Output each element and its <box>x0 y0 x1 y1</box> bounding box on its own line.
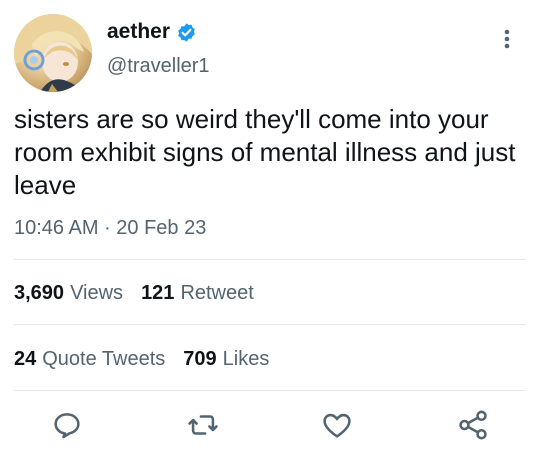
likes-stat[interactable]: 709 Likes <box>183 348 269 371</box>
views-count: 3,690 <box>14 282 65 304</box>
likes-label: Likes <box>222 348 270 370</box>
timestamp[interactable]: 10:46 AM · 20 Feb 23 <box>14 217 206 240</box>
action-bar <box>0 408 540 448</box>
divider <box>14 259 526 260</box>
share-icon <box>459 410 487 440</box>
quotes-count: 24 <box>14 348 37 370</box>
retweets-count: 121 <box>141 282 175 304</box>
divider <box>14 390 526 391</box>
views-label: Views <box>70 282 124 304</box>
share-button[interactable] <box>456 408 490 442</box>
display-name[interactable]: aether <box>107 20 170 44</box>
likes-count: 709 <box>183 348 217 370</box>
reply-button[interactable] <box>50 408 84 442</box>
stats-row-views-retweets: 3,690 Views 121 Retweet <box>14 282 272 305</box>
avatar-image <box>14 14 92 92</box>
tweet-text: sisters are so weird they'll come into y… <box>14 104 516 200</box>
stats-row-quotes-likes: 24 Quote Tweets 709 Likes <box>14 348 287 371</box>
avatar[interactable] <box>14 14 92 92</box>
like-button[interactable] <box>320 408 354 442</box>
verified-badge-icon <box>178 22 195 42</box>
more-vertical-icon[interactable] <box>500 27 514 51</box>
reply-icon <box>54 413 80 439</box>
divider <box>14 324 526 325</box>
retweet-button[interactable] <box>186 408 220 442</box>
retweets-stat[interactable]: 121 Retweet <box>141 282 254 305</box>
quotes-label: Quote Tweets <box>42 348 166 370</box>
retweets-label: Retweet <box>180 282 254 304</box>
views-stat: 3,690 Views <box>14 282 123 305</box>
retweet-icon <box>188 415 218 435</box>
heart-icon <box>323 413 351 438</box>
name-row: aether <box>107 20 197 44</box>
handle[interactable]: @traveller1 <box>107 55 210 78</box>
quotes-stat[interactable]: 24 Quote Tweets <box>14 348 165 371</box>
